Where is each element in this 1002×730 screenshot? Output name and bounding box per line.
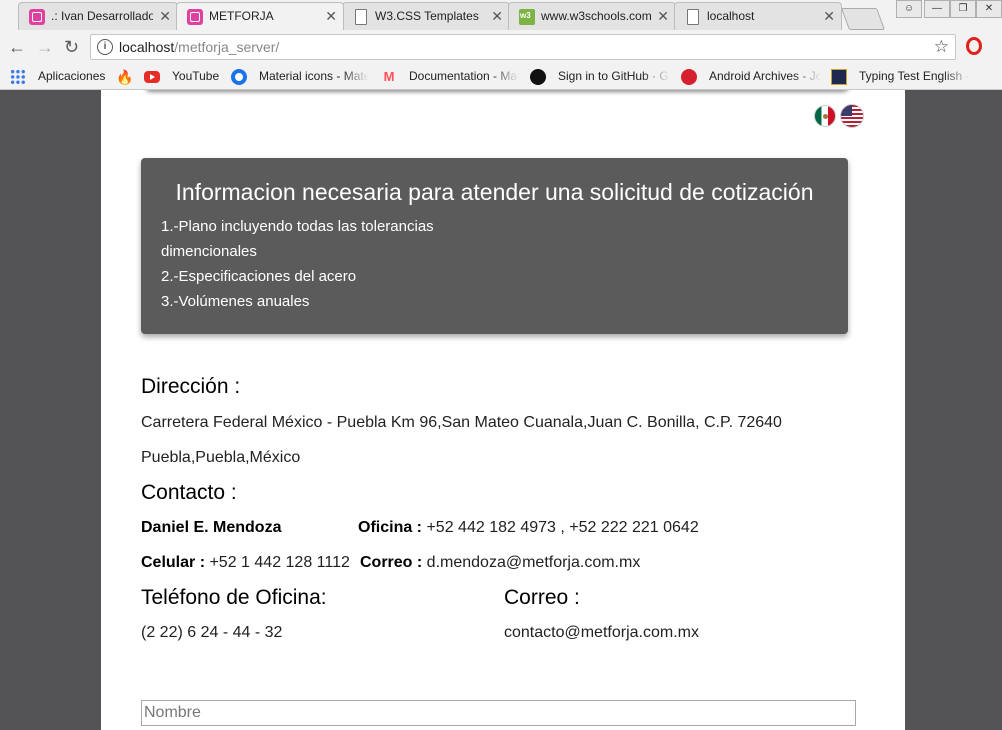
- close-icon[interactable]: ✕: [657, 8, 669, 24]
- bookmark-android-archives[interactable]: Android Archives - Journal: [681, 68, 821, 86]
- contact-name: Daniel E. Mendoza: [141, 519, 282, 536]
- tab-localhost[interactable]: localhost ✕: [674, 2, 842, 30]
- youtube-icon: [144, 71, 160, 83]
- office-phone-heading: Teléfono de Oficina:: [141, 586, 327, 609]
- forward-arrow-icon[interactable]: →: [36, 36, 54, 58]
- name-input[interactable]: [141, 700, 856, 726]
- cell-value: +52 1 442 128 1112: [205, 554, 350, 571]
- bookmark-aplicaciones[interactable]: Aplicaciones: [10, 68, 110, 86]
- bookmark-label: YouTube: [172, 69, 220, 83]
- bookmark-label: Typing Test English - 10FastFingers: [859, 69, 971, 83]
- card-title: Informacion necesaria para atender una s…: [175, 179, 814, 205]
- bookmark-label: Aplicaciones: [38, 69, 106, 83]
- window-close-icon[interactable]: ✕: [976, 0, 1002, 18]
- fire-icon: 🔥: [116, 69, 134, 85]
- bookmark-label: Android Archives - Journal: [709, 69, 821, 83]
- usa-flag-icon[interactable]: [840, 104, 864, 128]
- close-icon[interactable]: ✕: [325, 8, 337, 24]
- bookmark-fire[interactable]: 🔥: [116, 68, 136, 86]
- contact-email: Correo : d.mendoza@metforja.com.mx: [360, 554, 640, 572]
- typing-test-icon: [831, 69, 847, 85]
- url-host: localhost: [119, 39, 175, 55]
- browser-toolbar: ← → ↻ i localhost/metforja_server/ ☆: [0, 30, 1002, 64]
- office-value: +52 442 182 4973 , +52 222 221 0642: [422, 519, 699, 536]
- new-tab-button[interactable]: [840, 8, 886, 30]
- tab-w3css-templates[interactable]: W3.CSS Templates ✕: [342, 2, 510, 30]
- tab-title: localhost: [707, 9, 755, 23]
- address-heading: Dirección :: [141, 375, 241, 398]
- office-phones: Oficina : +52 442 182 4973 , +52 222 221…: [358, 519, 699, 537]
- close-icon[interactable]: ✕: [159, 8, 171, 24]
- user-profile-icon[interactable]: ☺: [896, 0, 922, 18]
- pink-app-icon: [187, 9, 203, 25]
- contact-heading: Contacto :: [141, 481, 237, 504]
- materialize-icon: M: [383, 69, 395, 84]
- office-label: Oficina :: [358, 519, 423, 536]
- page-content: Informacion necesaria para atender una s…: [101, 90, 905, 730]
- github-icon: [530, 69, 546, 85]
- tab-w3schools[interactable]: www.w3schools.com ✕: [508, 2, 676, 30]
- email-heading: Correo :: [504, 586, 580, 609]
- apps-grid-icon: [10, 69, 26, 85]
- tab-title: .: Ivan Desarrollador: [51, 9, 153, 23]
- office-phone-value: (2 22) 6 24 - 44 - 32: [141, 624, 283, 641]
- email-value: contacto@metforja.com.mx: [504, 624, 699, 641]
- document-icon: [687, 9, 699, 25]
- bookmark-material-icons[interactable]: Material icons - Material: [231, 68, 369, 86]
- cell-label: Celular :: [141, 554, 206, 571]
- card-line: 2.-Especificaciones del acero: [161, 268, 357, 285]
- close-icon[interactable]: ✕: [491, 8, 503, 24]
- tab-title: W3.CSS Templates: [375, 9, 479, 23]
- email-label: Correo :: [360, 554, 423, 571]
- address-bar[interactable]: i localhost/metforja_server/ ☆: [90, 34, 956, 60]
- bookmark-label: Documentation - Materialize: [409, 69, 519, 83]
- android-archives-icon: [681, 69, 697, 85]
- restore-icon[interactable]: ❐: [950, 0, 976, 18]
- bookmark-typing-test[interactable]: Typing Test English - 10FastFingers: [831, 68, 971, 86]
- address-line-2: Puebla,Puebla,México: [141, 449, 301, 466]
- material-icons-icon: [231, 69, 247, 85]
- bookmarks-bar: Aplicaciones 🔥 YouTube Material icons - …: [0, 64, 1002, 90]
- tab-title: www.w3schools.com: [541, 9, 651, 23]
- document-icon: [355, 9, 367, 25]
- address-line-1: Carretera Federal México - Puebla Km 96,…: [141, 414, 782, 431]
- back-arrow-icon[interactable]: ←: [8, 36, 26, 58]
- card-line: dimencionales: [161, 243, 257, 260]
- close-icon[interactable]: ✕: [823, 8, 835, 24]
- opera-extension-icon[interactable]: [966, 37, 982, 55]
- card-line: 3.-Volúmenes anuales: [161, 293, 310, 310]
- email-value: d.mendoza@metforja.com.mx: [422, 554, 641, 571]
- reload-icon[interactable]: ↻: [64, 36, 79, 58]
- quote-info-card: Informacion necesaria para atender una s…: [141, 158, 848, 334]
- cell-phone: Celular : +52 1 442 128 1112: [141, 554, 350, 572]
- tab-title: METFORJA: [209, 9, 274, 23]
- tab-ivan-desarrollador[interactable]: .: Ivan Desarrollador ✕: [18, 2, 178, 30]
- info-icon[interactable]: i: [97, 39, 113, 55]
- url-text[interactable]: localhost/metforja_server/: [119, 39, 279, 55]
- card-line: 1.-Plano incluyendo todas las tolerancia…: [161, 218, 434, 235]
- bookmark-label: Material icons - Material: [259, 69, 369, 83]
- bookmark-star-icon[interactable]: ☆: [934, 37, 949, 57]
- bookmark-documentation[interactable]: M Documentation - Materialize: [381, 68, 519, 86]
- bookmark-github[interactable]: Sign in to GitHub · GitHub: [530, 68, 670, 86]
- pink-app-icon: [29, 9, 45, 25]
- minimize-icon[interactable]: —: [924, 0, 950, 18]
- url-path: /metforja_server/: [174, 39, 280, 55]
- bookmark-youtube[interactable]: YouTube: [144, 68, 224, 86]
- mexico-flag-icon[interactable]: [814, 105, 836, 127]
- tab-metforja[interactable]: METFORJA ✕: [176, 2, 344, 30]
- tab-strip: .: Ivan Desarrollador ✕ METFORJA ✕ W3.CS…: [0, 0, 1002, 30]
- w3schools-icon: [519, 9, 535, 25]
- bookmark-label: Sign in to GitHub · GitHub: [558, 69, 670, 83]
